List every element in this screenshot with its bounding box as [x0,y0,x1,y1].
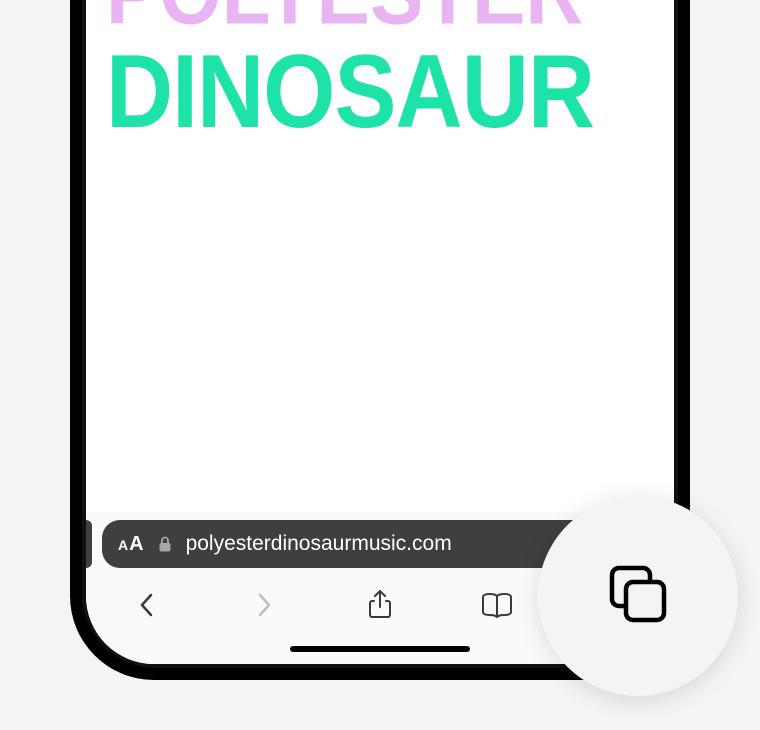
lock-icon [158,536,172,553]
forward-button [247,588,281,622]
page-title-line2: DINOSAUR [106,44,654,140]
back-button[interactable] [130,588,164,622]
aa-small: A [118,537,128,553]
aa-large: A [129,533,143,556]
prev-tab-peek[interactable] [86,520,92,568]
home-indicator[interactable] [290,646,470,652]
reader-aa-icon[interactable]: A A [118,533,144,556]
page-title-line1: POLYESTER [106,0,654,33]
bookmarks-button[interactable] [480,588,514,622]
tabs-callout [538,496,738,696]
webpage-content: POLYESTER DINOSAUR [86,0,674,512]
share-button[interactable] [363,588,397,622]
tabs-icon [600,556,676,637]
